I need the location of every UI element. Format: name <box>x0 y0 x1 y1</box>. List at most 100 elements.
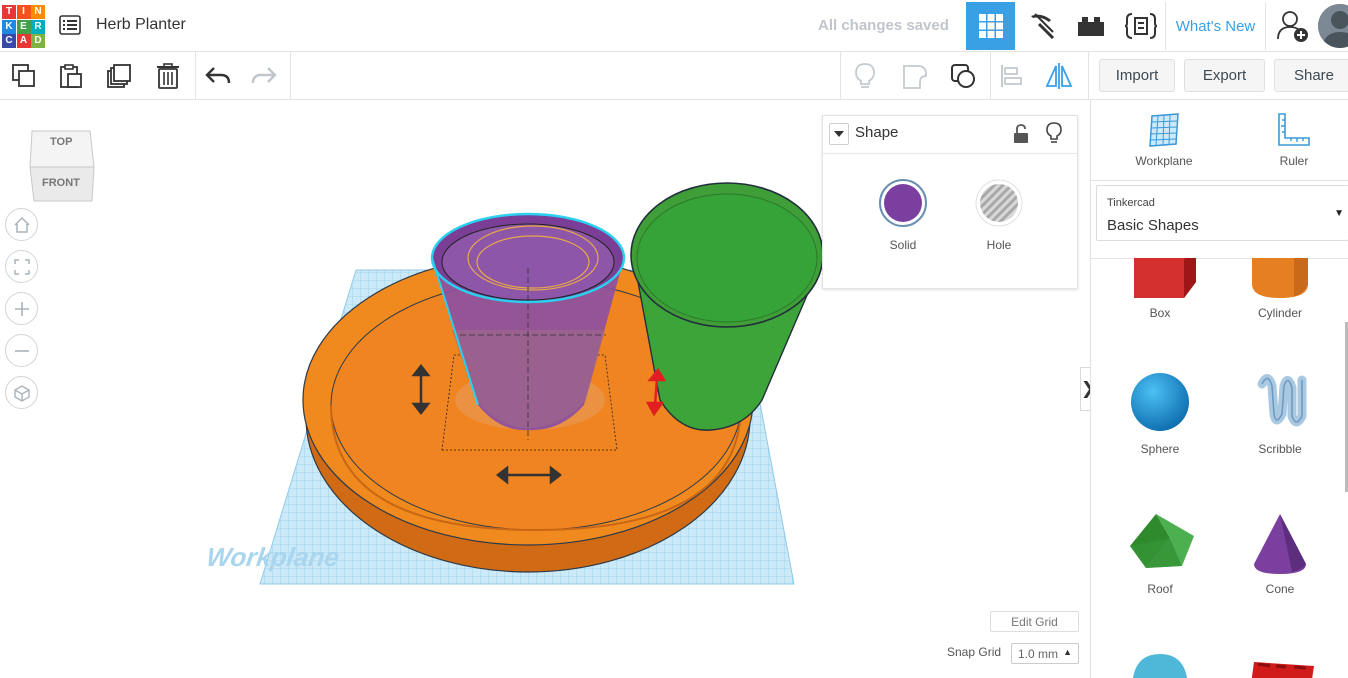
paste-icon <box>60 64 82 88</box>
copy-icon <box>12 64 35 87</box>
sphere-shape-icon <box>1131 373 1189 431</box>
copy-button[interactable] <box>6 58 42 94</box>
home-icon <box>13 216 30 233</box>
cube-icon <box>13 384 30 402</box>
hole-option[interactable]: Hole <box>969 178 1029 252</box>
library-name: Basic Shapes <box>1107 217 1199 234</box>
workplane-tool-label: Workplane <box>1135 154 1193 168</box>
shape-scribble[interactable]: Scribble <box>1230 366 1330 456</box>
undo-icon <box>205 67 231 84</box>
trash-icon <box>157 63 179 89</box>
shape-scribble-label: Scribble <box>1258 442 1302 456</box>
top-bar: T I N K E R C A D Herb Planter All chang… <box>0 0 1348 52</box>
half-sphere-shape-icon <box>1133 654 1187 678</box>
logo-letter: R <box>31 19 45 34</box>
export-button[interactable]: Export <box>1184 59 1265 92</box>
group-shapes-icon <box>951 64 975 88</box>
zoom-in-button[interactable] <box>5 292 38 325</box>
solid-option[interactable]: Solid <box>873 178 933 252</box>
bricks-view-button[interactable] <box>1066 2 1115 50</box>
shape-note-icon <box>903 65 927 89</box>
shape-inspector: Shape Solid Hole <box>822 115 1078 289</box>
workplane-notes-button[interactable] <box>896 58 932 94</box>
shape-cylinder[interactable]: Cylinder <box>1230 258 1330 320</box>
tinkercad-logo[interactable]: T I N K E R C A D <box>2 5 45 48</box>
shape-partial[interactable] <box>1110 650 1210 678</box>
ruler-tool-label: Ruler <box>1279 154 1309 168</box>
ruler-tool[interactable]: Ruler <box>1249 112 1339 168</box>
hole-label: Hole <box>986 238 1012 252</box>
shape-partial[interactable] <box>1230 652 1330 678</box>
solid-label: Solid <box>889 238 917 252</box>
text-shape-icon <box>1251 662 1314 678</box>
undo-button[interactable] <box>200 58 236 94</box>
redo-icon <box>251 67 277 84</box>
workplane-tool[interactable]: Workplane <box>1119 112 1209 168</box>
edit-toolbar: Import Export Share <box>0 52 1348 100</box>
shape-box[interactable]: Box <box>1110 258 1210 320</box>
shape-cone-label: Cone <box>1265 582 1295 596</box>
logo-letter: I <box>16 5 31 19</box>
snap-grid-value: 1.0 mm <box>1018 646 1059 661</box>
workplane-label: Workplane <box>205 542 342 572</box>
add-user-icon <box>1276 11 1308 42</box>
edit-grid-button[interactable]: Edit Grid <box>990 611 1079 632</box>
hole-swatch-icon <box>975 179 1023 227</box>
view-cube-front[interactable]: FRONT <box>42 177 80 189</box>
align-button[interactable] <box>994 58 1030 94</box>
minus-icon <box>14 349 29 352</box>
add-user-button[interactable] <box>1268 2 1317 50</box>
shape-roof-label: Roof <box>1147 582 1173 596</box>
shape-roof[interactable]: Roof <box>1110 508 1210 596</box>
grid-view-icon <box>978 14 1003 38</box>
collapse-inspector-button[interactable] <box>829 123 849 145</box>
codeblocks-view-button[interactable] <box>1116 2 1165 50</box>
solid-swatch-icon <box>879 179 927 227</box>
import-button[interactable]: Import <box>1099 59 1175 92</box>
box-shape-icon <box>1134 258 1196 298</box>
shape-inspector-title: Shape <box>855 124 899 141</box>
fit-view-button[interactable] <box>5 250 38 283</box>
mirror-button[interactable] <box>1041 58 1077 94</box>
shape-library-select[interactable]: Tinkercad Basic Shapes ▼ <box>1096 185 1348 241</box>
snap-grid-select[interactable]: 1.0 mm ▲ <box>1011 643 1079 664</box>
duplicate-icon <box>107 64 131 88</box>
notes-button[interactable] <box>847 58 883 94</box>
plus-icon <box>14 301 29 316</box>
shape-box-label: Box <box>1149 306 1171 320</box>
duplicate-button[interactable] <box>101 58 137 94</box>
view-cube[interactable]: TOP FRONT <box>28 125 96 203</box>
align-icon <box>1001 65 1022 87</box>
avatar[interactable] <box>1318 4 1348 48</box>
zoom-out-button[interactable] <box>5 334 38 367</box>
share-button[interactable]: Share <box>1274 59 1348 92</box>
hide-button[interactable] <box>1045 122 1063 149</box>
paste-button[interactable] <box>53 58 89 94</box>
show-all-button[interactable] <box>945 58 981 94</box>
shape-cone[interactable]: Cone <box>1230 508 1330 596</box>
pickaxe-icon <box>1030 13 1054 40</box>
logo-letter: D <box>31 34 45 48</box>
minecraft-view-button[interactable] <box>1016 2 1065 50</box>
cone-shape-icon <box>1254 514 1306 574</box>
caret-down-icon: ▼ <box>1334 208 1344 219</box>
scribble-shape-icon <box>1257 374 1307 427</box>
roof-shape-icon <box>1130 514 1194 568</box>
cylinder-shape-icon <box>1252 258 1308 298</box>
home-view-button[interactable] <box>5 208 38 241</box>
logo-letter: C <box>2 34 16 48</box>
save-status: All changes saved <box>818 17 949 34</box>
ortho-view-button[interactable] <box>5 376 38 409</box>
design-menu-button[interactable] <box>57 12 83 38</box>
redo-button[interactable] <box>246 58 282 94</box>
caret-down-icon <box>834 131 844 137</box>
delete-button[interactable] <box>150 58 186 94</box>
view-cube-top[interactable]: TOP <box>50 136 72 148</box>
whats-new-link[interactable]: What's New <box>1165 2 1266 50</box>
shape-sphere[interactable]: Sphere <box>1110 366 1210 456</box>
caret-up-icon: ▲ <box>1063 647 1072 657</box>
lock-button[interactable] <box>1013 124 1029 149</box>
3d-view-button[interactable] <box>966 2 1015 50</box>
project-title[interactable]: Herb Planter <box>96 16 186 34</box>
shapes-grid: Box Cylinder Sphere Scribble Roof Cone <box>1091 258 1348 678</box>
